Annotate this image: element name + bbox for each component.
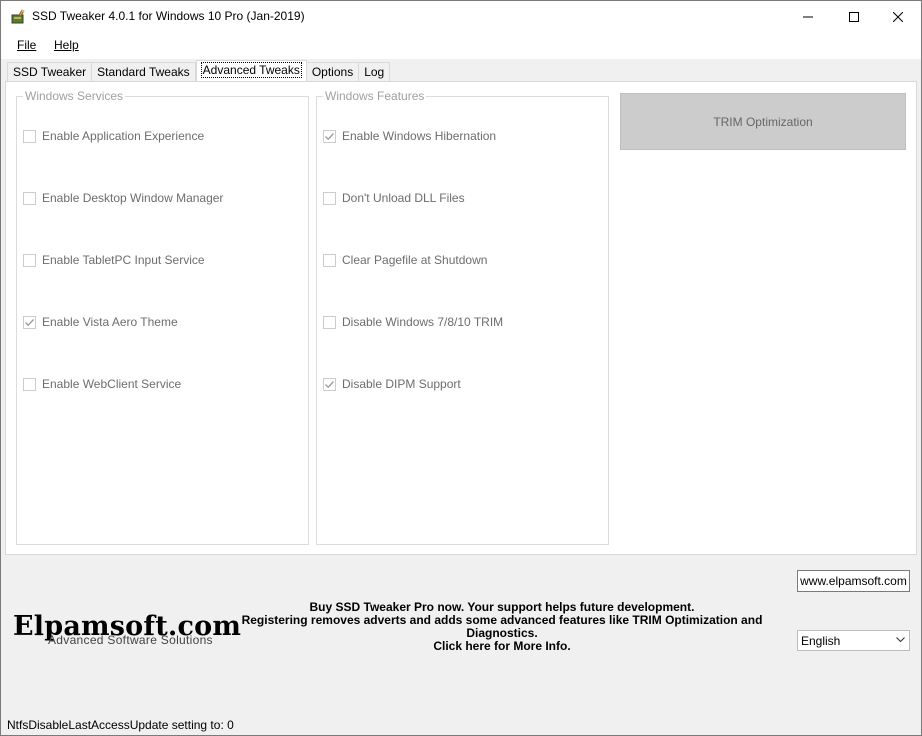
checkbox-box[interactable]	[23, 129, 36, 143]
tab-strip: SSD Tweaker Standard Tweaks Advanced Twe…	[7, 60, 391, 81]
tab-ssd-tweaker[interactable]: SSD Tweaker	[7, 62, 93, 81]
checkbox-label: Enable Windows Hibernation	[342, 129, 497, 143]
windows-services-group: Windows Services Enable Application Expe…	[16, 89, 309, 545]
menu-help[interactable]: Help	[53, 38, 80, 52]
checkbox-clear-pagefile[interactable]: Clear Pagefile at Shutdown	[323, 253, 487, 267]
checkbox-webclient-service[interactable]: Enable WebClient Service	[23, 377, 181, 391]
menu-help-label: Help	[54, 38, 79, 52]
checkbox-label: Disable Windows 7/8/10 TRIM	[342, 315, 504, 329]
tab-label: Standard Tweaks	[97, 65, 190, 79]
tab-standard-tweaks[interactable]: Standard Tweaks	[92, 62, 196, 81]
chevron-down-icon	[896, 637, 905, 643]
title-bar[interactable]: SSD Tweaker 4.0.1 for Windows 10 Pro (Ja…	[1, 1, 921, 32]
checkbox-vista-aero-theme[interactable]: Enable Vista Aero Theme	[23, 315, 178, 329]
website-button[interactable]: www.elpamsoft.com	[797, 570, 910, 592]
tab-label: Options	[311, 65, 354, 79]
advanced-tweaks-panel: Windows Services Enable Application Expe…	[5, 81, 917, 555]
checkbox-box[interactable]	[23, 253, 36, 267]
checkbox-label: Don't Unload DLL Files	[342, 191, 465, 205]
close-icon	[893, 11, 903, 22]
window-title: SSD Tweaker 4.0.1 for Windows 10 Pro (Ja…	[32, 9, 305, 23]
promo-line-2: Registering removes adverts and adds som…	[241, 613, 763, 640]
checkbox-disable-trim[interactable]: Disable Windows 7/8/10 TRIM	[323, 315, 503, 329]
checkbox-label: Enable Vista Aero Theme	[42, 315, 178, 329]
checkbox-dont-unload-dll[interactable]: Don't Unload DLL Files	[323, 191, 465, 205]
checkbox-label: Enable TabletPC Input Service	[42, 253, 205, 267]
maximize-button[interactable]	[831, 1, 877, 32]
menu-file-label: File	[17, 38, 37, 52]
language-select[interactable]: English	[797, 630, 910, 651]
checkbox-label: Enable WebClient Service	[42, 377, 182, 391]
tab-label: Log	[364, 65, 385, 79]
tab-label: SSD Tweaker	[13, 65, 87, 79]
checkbox-label: Disable DIPM Support	[342, 377, 461, 391]
trim-optimization-button[interactable]: TRIM Optimization	[620, 93, 906, 150]
windows-features-group: Windows Features Enable Windows Hibernat…	[316, 89, 609, 545]
checkbox-label: Enable Desktop Window Manager	[42, 191, 224, 205]
checkmark-icon	[325, 380, 334, 388]
logo-sub-text: Advanced Software Solutions	[48, 633, 213, 647]
menu-file[interactable]: File	[16, 38, 37, 52]
checkbox-box[interactable]	[323, 377, 336, 391]
checkbox-label: Enable Application Experience	[42, 129, 205, 143]
checkmark-icon	[325, 132, 334, 140]
checkbox-box[interactable]	[323, 253, 336, 267]
ssd-app-icon	[10, 9, 26, 25]
checkbox-tabletpc-input[interactable]: Enable TabletPC Input Service	[23, 253, 205, 267]
checkbox-application-experience[interactable]: Enable Application Experience	[23, 129, 204, 143]
windows-services-legend: Windows Services	[23, 89, 126, 103]
checkbox-box[interactable]	[323, 191, 336, 205]
tab-label: Advanced Tweaks	[200, 62, 302, 78]
menu-bar: File Help	[1, 32, 921, 59]
minimize-button[interactable]	[785, 1, 831, 32]
tab-log[interactable]: Log	[359, 62, 391, 81]
website-button-label: www.elpamsoft.com	[800, 574, 907, 588]
promo-line-3: Click here for More Info.	[433, 639, 571, 653]
app-window: SSD Tweaker 4.0.1 for Windows 10 Pro (Ja…	[0, 0, 922, 736]
tab-advanced-tweaks[interactable]: Advanced Tweaks	[195, 60, 307, 81]
checkmark-icon	[25, 318, 34, 326]
checkbox-box[interactable]	[23, 191, 36, 205]
language-selected-value: English	[801, 633, 841, 648]
checkbox-box[interactable]	[323, 129, 336, 143]
checkbox-disable-dipm[interactable]: Disable DIPM Support	[323, 377, 461, 391]
elpamsoft-logo[interactable]: Elpamsoft.com Advanced Software Solution…	[13, 611, 241, 651]
promo-message[interactable]: Buy SSD Tweaker Pro now. Your support he…	[237, 601, 767, 653]
checkbox-label: Clear Pagefile at Shutdown	[342, 253, 488, 267]
minimize-icon	[803, 16, 813, 17]
tab-options[interactable]: Options	[306, 62, 360, 81]
trim-optimization-label: TRIM Optimization	[713, 114, 813, 129]
windows-features-legend: Windows Features	[323, 89, 427, 103]
status-text: NtfsDisableLastAccessUpdate setting to: …	[7, 718, 234, 732]
checkbox-box[interactable]	[23, 315, 36, 329]
checkbox-box[interactable]	[23, 377, 36, 391]
maximize-icon	[849, 11, 859, 22]
checkbox-windows-hibernation[interactable]: Enable Windows Hibernation	[323, 129, 496, 143]
checkbox-desktop-window-manager[interactable]: Enable Desktop Window Manager	[23, 191, 223, 205]
checkbox-box[interactable]	[323, 315, 336, 329]
close-button[interactable]	[875, 1, 921, 32]
